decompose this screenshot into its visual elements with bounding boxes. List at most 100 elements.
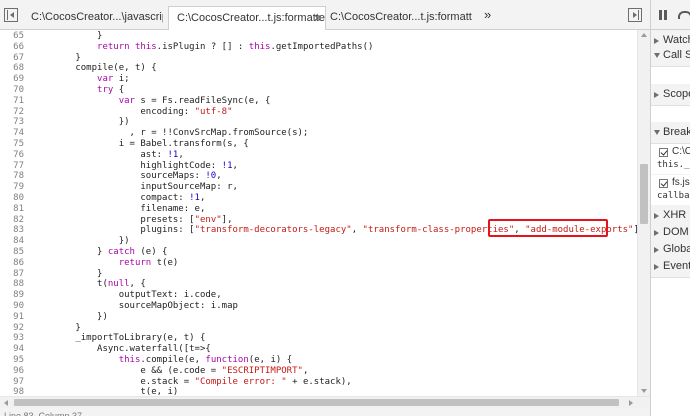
scroll-down-icon[interactable] [641, 389, 647, 393]
code-line[interactable]: 66 return this.isPlugin ? [] : this.getI… [0, 42, 637, 53]
pause-icon[interactable] [659, 10, 667, 20]
code-line[interactable]: 80 compact: !1, [0, 193, 637, 204]
code-line[interactable]: 81 filename: e, [0, 204, 637, 215]
line-number[interactable]: 93 [0, 333, 24, 344]
code-line[interactable]: 77 highlightCode: !1, [0, 161, 637, 172]
section-scope[interactable]: Scope [651, 84, 690, 106]
line-number[interactable]: 82 [0, 215, 24, 226]
code-line[interactable]: 79 inputSourceMap: r, [0, 182, 637, 193]
line-number[interactable]: 70 [0, 85, 24, 96]
line-number[interactable]: 78 [0, 171, 24, 182]
code-line[interactable]: 87 } [0, 269, 637, 280]
code-line[interactable]: 75 i = Babel.transform(s, { [0, 139, 637, 150]
code-editor[interactable]: 98 t(e, i) 97 e.stack = "Compile error: "… [0, 30, 637, 396]
line-number[interactable]: 94 [0, 344, 24, 355]
line-number[interactable]: 81 [0, 204, 24, 215]
code-line[interactable]: 93 _importToLibrary(e, t) { [0, 333, 637, 344]
line-number[interactable]: 86 [0, 258, 24, 269]
code-token: highlightCode: [32, 160, 222, 171]
toggle-navigator-icon[interactable] [4, 8, 18, 22]
step-over-icon[interactable] [678, 9, 690, 21]
section-breakpoints[interactable]: Breakpoints [651, 122, 690, 144]
editor-vertical-scrollbar[interactable] [637, 30, 650, 396]
code-line[interactable]: 67 } [0, 53, 637, 64]
code-line[interactable]: 89 outputText: i.code, [0, 290, 637, 301]
close-tab-icon[interactable]: × [314, 7, 321, 29]
line-number[interactable]: 80 [0, 193, 24, 204]
line-number[interactable]: 85 [0, 247, 24, 258]
line-number[interactable]: 84 [0, 236, 24, 247]
code-line[interactable]: 68 compile(e, t) { [0, 63, 637, 74]
breakpoint-checkbox[interactable] [659, 148, 668, 157]
editor-horizontal-scrollbar[interactable] [0, 396, 650, 408]
code-line[interactable]: 73 }) [0, 117, 637, 128]
scroll-thumb[interactable] [14, 399, 619, 406]
code-line[interactable]: 71 var s = Fs.readFileSync(e, { [0, 96, 637, 107]
scroll-up-icon[interactable] [641, 33, 647, 37]
expand-arrow-icon [654, 38, 659, 44]
code-line[interactable]: 70 try { [0, 85, 637, 96]
line-number[interactable]: 73 [0, 117, 24, 128]
line-number[interactable]: 97 [0, 377, 24, 388]
breakpoint-file: fs.js [672, 177, 690, 188]
breakpoint-checkbox[interactable] [659, 179, 668, 188]
code-token: _importToLibrary(e, t) { [32, 333, 206, 344]
line-number[interactable]: 75 [0, 139, 24, 150]
scroll-left-icon[interactable] [4, 400, 8, 406]
code-line[interactable]: 76 ast: !1, [0, 150, 637, 161]
line-number[interactable]: 74 [0, 128, 24, 139]
toggle-debugger-icon[interactable] [628, 8, 642, 22]
section-event-listener-breakpoints[interactable]: Event Listener Breakpoints [651, 256, 690, 278]
line-number[interactable]: 71 [0, 96, 24, 107]
code-line[interactable]: 84 }) [0, 236, 637, 247]
code-line[interactable]: 92 } [0, 323, 637, 334]
code-token: .getImportedPaths() [270, 41, 374, 52]
line-number[interactable]: 98 [0, 387, 24, 396]
code-line[interactable]: 97 e.stack = "Compile error: " + e.stack… [0, 377, 637, 388]
code-line[interactable]: 94 Async.waterfall([t=>{ [0, 344, 637, 355]
code-line[interactable]: 88 t(null, { [0, 279, 637, 290]
line-number[interactable]: 68 [0, 63, 24, 74]
line-number[interactable]: 89 [0, 290, 24, 301]
tab-formatted-2[interactable]: C:\CocosCreator...t.js:formatted [322, 6, 472, 30]
code-line[interactable]: 72 encoding: "utf-8" [0, 107, 637, 118]
line-number[interactable]: 79 [0, 182, 24, 193]
line-number[interactable]: 95 [0, 355, 24, 366]
section-call-stack[interactable]: Call Stack [651, 45, 690, 67]
line-number[interactable]: 90 [0, 301, 24, 312]
line-number[interactable]: 72 [0, 107, 24, 118]
scroll-thumb[interactable] [640, 164, 648, 224]
breakpoint-entry[interactable]: C:\C this._ [651, 144, 690, 174]
code-line[interactable]: 86 return t(e) [0, 258, 637, 269]
line-number[interactable]: 91 [0, 312, 24, 323]
breakpoint-entry[interactable]: fs.js callba [651, 175, 690, 205]
scroll-right-icon[interactable] [629, 400, 633, 406]
code-line[interactable]: 90 sourceMapObject: i.map [0, 301, 637, 312]
code-line[interactable]: 98 t(e, i) [0, 387, 637, 396]
code-line[interactable]: 95 this.compile(e, function(e, i) { [0, 355, 637, 366]
code-line[interactable]: 65 } [0, 31, 637, 42]
line-number[interactable]: 67 [0, 53, 24, 64]
line-number[interactable]: 88 [0, 279, 24, 290]
code-line[interactable]: 78 sourceMaps: !0, [0, 171, 637, 182]
tab-formatted-active[interactable]: C:\CocosCreator...t.js:formatted × [168, 6, 326, 31]
line-number[interactable]: 96 [0, 366, 24, 377]
code-line[interactable]: 91 }) [0, 312, 637, 323]
line-number[interactable]: 77 [0, 161, 24, 172]
line-number[interactable]: 69 [0, 74, 24, 85]
line-number[interactable]: 83 [0, 225, 24, 236]
code-line[interactable]: 85 } catch (e) { [0, 247, 637, 258]
line-number[interactable]: 76 [0, 150, 24, 161]
line-number[interactable]: 87 [0, 269, 24, 280]
code-token: , r = !!ConvSrcMap.fromSource(s); [32, 128, 309, 139]
line-number[interactable]: 66 [0, 42, 24, 53]
more-tabs-icon[interactable]: » [484, 7, 491, 22]
code-line[interactable]: 96 e && (e.code = "ESCRIPTIMPORT", [0, 366, 637, 377]
code-line[interactable]: 69 var i; [0, 74, 637, 85]
code-line[interactable]: 74 , r = !!ConvSrcMap.fromSource(s); [0, 128, 637, 139]
tab-javascript-js[interactable]: C:\CocosCreator...\javascript.js [23, 6, 163, 30]
line-number[interactable]: 92 [0, 323, 24, 334]
line-number[interactable]: 65 [0, 31, 24, 42]
